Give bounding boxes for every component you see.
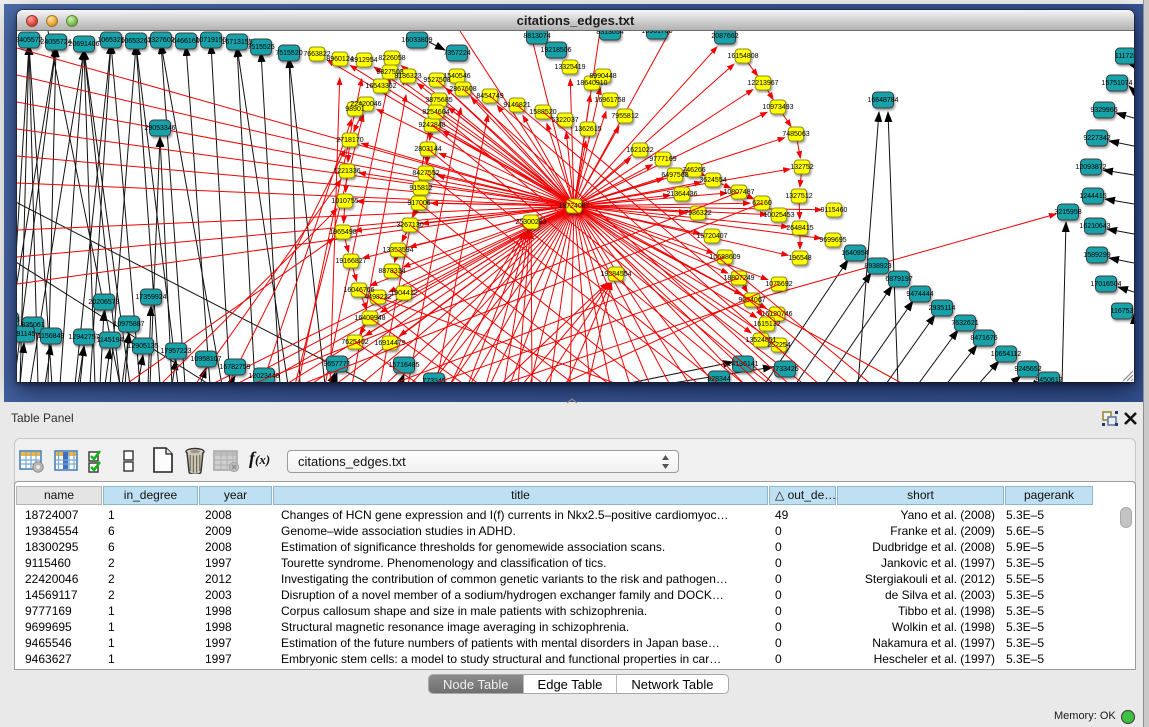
svg-text:16154808: 16154808 xyxy=(727,53,758,60)
svg-text:7485063: 7485063 xyxy=(782,131,809,138)
svg-text:2718170: 2718170 xyxy=(336,137,363,144)
svg-text:25300293: 25300293 xyxy=(515,219,546,226)
svg-text:9245652: 9245652 xyxy=(1014,366,1041,373)
svg-text:1244415: 1244415 xyxy=(1079,193,1106,200)
svg-text:15751074: 15751074 xyxy=(1101,80,1132,87)
svg-text:8313054: 8313054 xyxy=(596,31,623,36)
svg-text:1640954: 1640954 xyxy=(841,250,868,257)
svg-text:16648784: 16648784 xyxy=(867,97,898,104)
svg-text:18640910: 18640910 xyxy=(576,80,607,87)
svg-text:915812: 915812 xyxy=(409,185,432,192)
svg-text:828344: 828344 xyxy=(707,376,730,382)
svg-text:20691406: 20691406 xyxy=(68,41,99,48)
svg-text:252254: 252254 xyxy=(767,342,790,349)
svg-text:9474444: 9474444 xyxy=(906,291,933,298)
svg-text:132752: 132752 xyxy=(790,164,813,171)
svg-text:773345: 773345 xyxy=(422,378,445,382)
svg-text:16914479: 16914479 xyxy=(374,340,405,347)
svg-text:7357224: 7357224 xyxy=(443,50,470,57)
svg-text:12093872: 12093872 xyxy=(1075,164,1106,171)
svg-text:2648415: 2648415 xyxy=(786,225,813,232)
svg-text:8813074: 8813074 xyxy=(523,33,550,40)
svg-text:16033809: 16033809 xyxy=(401,37,432,44)
svg-text:1362615: 1362615 xyxy=(574,126,601,133)
svg-text:9329966: 9329966 xyxy=(1090,107,1117,114)
svg-text:10973493: 10973493 xyxy=(762,104,793,111)
svg-text:3624554: 3624554 xyxy=(699,177,726,184)
svg-text:6879197: 6879197 xyxy=(885,276,912,283)
svg-text:16961758: 16961758 xyxy=(594,97,625,104)
svg-text:1615132: 1615132 xyxy=(753,321,780,328)
svg-text:17016504: 17016504 xyxy=(1090,281,1121,288)
svg-text:9777169: 9777169 xyxy=(649,156,676,163)
svg-text:29053346: 29053346 xyxy=(144,125,175,132)
svg-text:111728: 111728 xyxy=(1115,53,1134,60)
svg-text:8226058: 8226058 xyxy=(378,55,405,62)
svg-text:16782759: 16782759 xyxy=(219,364,250,371)
svg-text:7632621: 7632621 xyxy=(951,320,978,327)
svg-text:1145194: 1145194 xyxy=(97,337,124,344)
svg-text:14136141: 14136141 xyxy=(727,361,758,368)
svg-text:1327512: 1327512 xyxy=(785,193,812,200)
svg-text:20206578: 20206578 xyxy=(88,299,119,306)
svg-text:10654112: 10654112 xyxy=(991,351,1022,358)
svg-text:17359924: 17359924 xyxy=(135,294,166,301)
svg-text:1327602: 1327602 xyxy=(147,37,174,44)
svg-text:13325419: 13325419 xyxy=(554,64,585,71)
svg-text:12213967: 12213967 xyxy=(747,80,778,87)
svg-text:8186323: 8186323 xyxy=(394,73,421,80)
svg-text:7955812: 7955812 xyxy=(611,113,638,120)
svg-text:1589299: 1589299 xyxy=(1083,252,1110,259)
svg-text:12942757: 12942757 xyxy=(68,334,99,341)
svg-text:15716485: 15716485 xyxy=(388,362,419,369)
svg-text:1904412: 1904412 xyxy=(390,290,417,297)
svg-text:2935114: 2935114 xyxy=(929,305,956,312)
svg-text:10961768: 10961768 xyxy=(641,31,672,35)
svg-text:19166827: 19166827 xyxy=(335,258,366,265)
svg-text:17957223: 17957223 xyxy=(160,348,191,355)
svg-text:21364436: 21364436 xyxy=(666,191,697,198)
svg-text:16543362: 16543362 xyxy=(365,83,396,90)
svg-text:7515526: 7515526 xyxy=(247,44,274,51)
svg-text:10025453: 10025453 xyxy=(763,212,794,219)
svg-text:2087662: 2087662 xyxy=(711,33,738,40)
svg-text:9227342: 9227342 xyxy=(1083,135,1110,142)
svg-text:931845: 931845 xyxy=(17,317,20,324)
svg-text:10958107: 10958107 xyxy=(190,356,221,363)
svg-text:3215958: 3215958 xyxy=(1054,209,1081,216)
svg-text:391145: 391145 xyxy=(17,331,36,338)
svg-text:196548: 196548 xyxy=(788,255,811,262)
svg-text:12905135: 12905135 xyxy=(127,343,158,350)
svg-text:1221336: 1221336 xyxy=(333,168,360,175)
svg-text:8912954: 8912954 xyxy=(350,57,377,64)
svg-text:8471676: 8471676 xyxy=(970,335,997,342)
svg-text:16210643: 16210643 xyxy=(1079,223,1110,230)
svg-text:19218506: 19218506 xyxy=(540,47,571,54)
svg-text:8990448: 8990448 xyxy=(589,73,616,80)
svg-text:7986322: 7986322 xyxy=(684,210,711,217)
svg-text:835061: 835061 xyxy=(21,322,44,329)
svg-text:2405572: 2405572 xyxy=(17,37,43,44)
svg-text:24055724: 24055724 xyxy=(40,39,71,46)
svg-text:1621022: 1621022 xyxy=(626,147,653,154)
svg-text:1540546: 1540546 xyxy=(443,73,470,80)
svg-text:10975887: 10975887 xyxy=(113,321,144,328)
svg-text:15720407: 15720407 xyxy=(696,233,727,240)
svg-text:1010755: 1010755 xyxy=(331,198,358,205)
svg-text:19384554: 19384554 xyxy=(600,271,631,278)
svg-text:98901: 98901 xyxy=(345,106,365,113)
svg-text:9699695: 9699695 xyxy=(819,237,846,244)
svg-text:1965498: 1965498 xyxy=(329,229,356,236)
svg-text:1156849: 1156849 xyxy=(38,333,65,340)
svg-text:116753: 116753 xyxy=(1111,308,1134,315)
svg-text:7515520: 7515520 xyxy=(275,50,302,57)
svg-text:8938923: 8938923 xyxy=(864,263,891,270)
svg-text:746266: 746266 xyxy=(682,167,705,174)
svg-text:3875685: 3875685 xyxy=(425,97,452,104)
svg-text:9115460: 9115460 xyxy=(821,207,848,214)
svg-text:9450612: 9450612 xyxy=(1035,377,1062,382)
